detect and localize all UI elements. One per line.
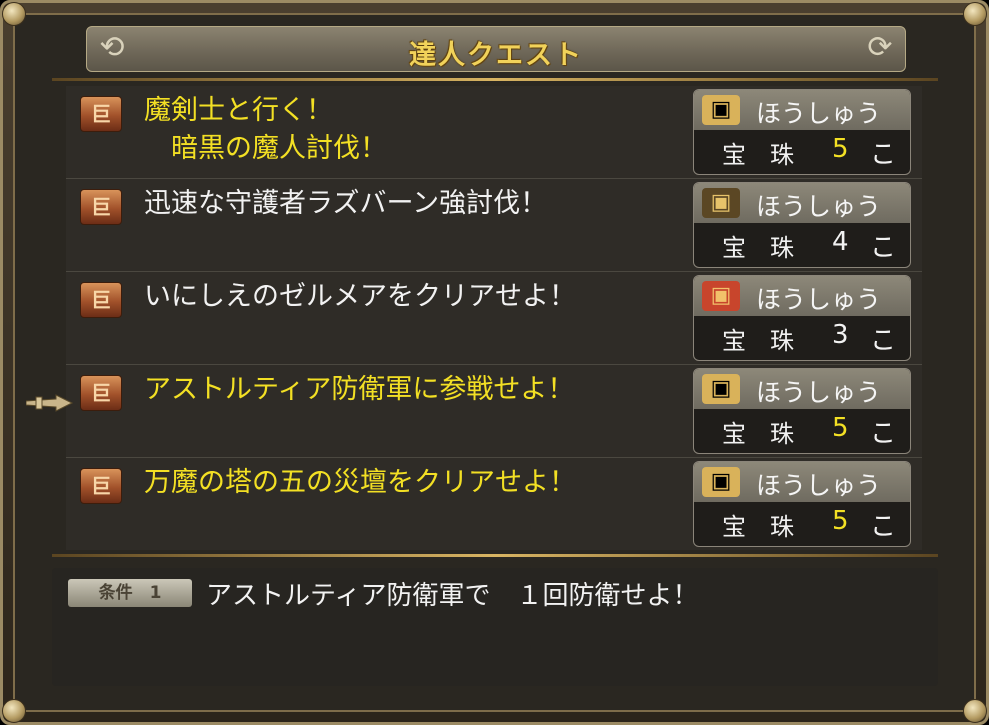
quest-title: いにしえのゼルメアをクリアせよ！: [144, 281, 576, 312]
reward-label: ほうしゅう: [756, 99, 882, 128]
corner-ornament-icon: [963, 699, 987, 723]
reward-box: ▣ ほうしゅう 宝 珠 5 こ: [693, 89, 911, 175]
reward-count: 4: [832, 227, 849, 257]
next-arrow-icon[interactable]: ⟳: [858, 26, 902, 70]
reward-label: ほうしゅう: [756, 285, 882, 314]
reward-count: 5: [832, 134, 849, 164]
reward-item: 宝 珠: [722, 327, 794, 355]
quest-scroll-icon: 巨: [80, 282, 122, 318]
corner-ornament-icon: [2, 699, 26, 723]
reward-item: 宝 珠: [722, 420, 794, 448]
reward-header: ▣ ほうしゅう: [694, 369, 910, 409]
quest-row[interactable]: 巨 いにしえのゼルメアをクリアせよ！ ▣ ほうしゅう 宝 珠 3 こ: [66, 272, 922, 365]
page-title: 達人クエスト: [409, 40, 583, 71]
reward-count: 5: [832, 506, 849, 536]
reward-header: ▣ ほうしゅう: [694, 90, 910, 130]
quest-list: 巨 魔剣士と行く！ 暗黒の魔人討伐！ ▣ ほうしゅう 宝 珠 5 こ 巨 迅速な…: [66, 86, 922, 550]
quest-scroll-icon: 巨: [80, 468, 122, 504]
condition-badge: 条件 1: [68, 579, 192, 607]
quest-scroll-icon: 巨: [80, 96, 122, 132]
reward-label: ほうしゅう: [756, 471, 882, 500]
reward-label: ほうしゅう: [756, 378, 882, 407]
reward-unit: こ: [870, 140, 897, 170]
reward-item: 宝 珠: [722, 234, 794, 262]
previous-arrow-icon[interactable]: ⟲: [90, 26, 134, 70]
divider: [52, 78, 938, 81]
quest-scroll-icon: 巨: [80, 375, 122, 411]
dark-chest-icon: ▣: [702, 188, 740, 218]
reward-count: 3: [832, 320, 849, 350]
quest-row[interactable]: 巨 アストルティア防衛軍に参戦せよ！ ▣ ほうしゅう 宝 珠 5 こ: [66, 365, 922, 458]
corner-ornament-icon: [963, 2, 987, 26]
reward-header: ▣ ほうしゅう: [694, 183, 910, 223]
reward-box: ▣ ほうしゅう 宝 珠 3 こ: [693, 275, 911, 361]
quest-row[interactable]: 巨 魔剣士と行く！ 暗黒の魔人討伐！ ▣ ほうしゅう 宝 珠 5 こ: [66, 86, 922, 179]
reward-box: ▣ ほうしゅう 宝 珠 5 こ: [693, 461, 911, 547]
reward-label: ほうしゅう: [756, 192, 882, 221]
corner-ornament-icon: [2, 2, 26, 26]
reward-header: ▣ ほうしゅう: [694, 276, 910, 316]
title-bar: 達人クエスト: [86, 26, 906, 72]
quest-row[interactable]: 巨 迅速な守護者ラズバーン強討伐！ ▣ ほうしゅう 宝 珠 4 こ: [66, 179, 922, 272]
reward-unit: こ: [870, 512, 897, 542]
red-chest-icon: ▣: [702, 281, 740, 311]
reward-count: 5: [832, 413, 849, 443]
reward-unit: こ: [870, 326, 897, 356]
gold-chest-icon: ▣: [702, 95, 740, 125]
reward-unit: こ: [870, 233, 897, 263]
reward-item: 宝 珠: [722, 513, 794, 541]
reward-item: 宝 珠: [722, 141, 794, 169]
quest-title: 万魔の塔の五の災壇をクリアせよ！: [144, 467, 576, 498]
condition-text: アストルティア防衛軍で １回防衛せよ！: [206, 581, 699, 611]
reward-box: ▣ ほうしゅう 宝 珠 5 こ: [693, 368, 911, 454]
quest-title: アストルティア防衛軍に参戦せよ！: [144, 374, 575, 405]
quest-row[interactable]: 巨 万魔の塔の五の災壇をクリアせよ！ ▣ ほうしゅう 宝 珠 5 こ: [66, 458, 922, 550]
quest-scroll-icon: 巨: [80, 189, 122, 225]
reward-box: ▣ ほうしゅう 宝 珠 4 こ: [693, 182, 911, 268]
selection-cursor-icon: [26, 394, 74, 412]
gold-chest-icon: ▣: [702, 374, 740, 404]
reward-header: ▣ ほうしゅう: [694, 462, 910, 502]
quest-title: 迅速な守護者ラズバーン強討伐！: [144, 188, 548, 219]
quest-title: 魔剣士と行く！ 暗黒の魔人討伐！: [144, 95, 387, 164]
gold-chest-icon: ▣: [702, 467, 740, 497]
reward-unit: こ: [870, 419, 897, 449]
divider: [52, 554, 938, 557]
